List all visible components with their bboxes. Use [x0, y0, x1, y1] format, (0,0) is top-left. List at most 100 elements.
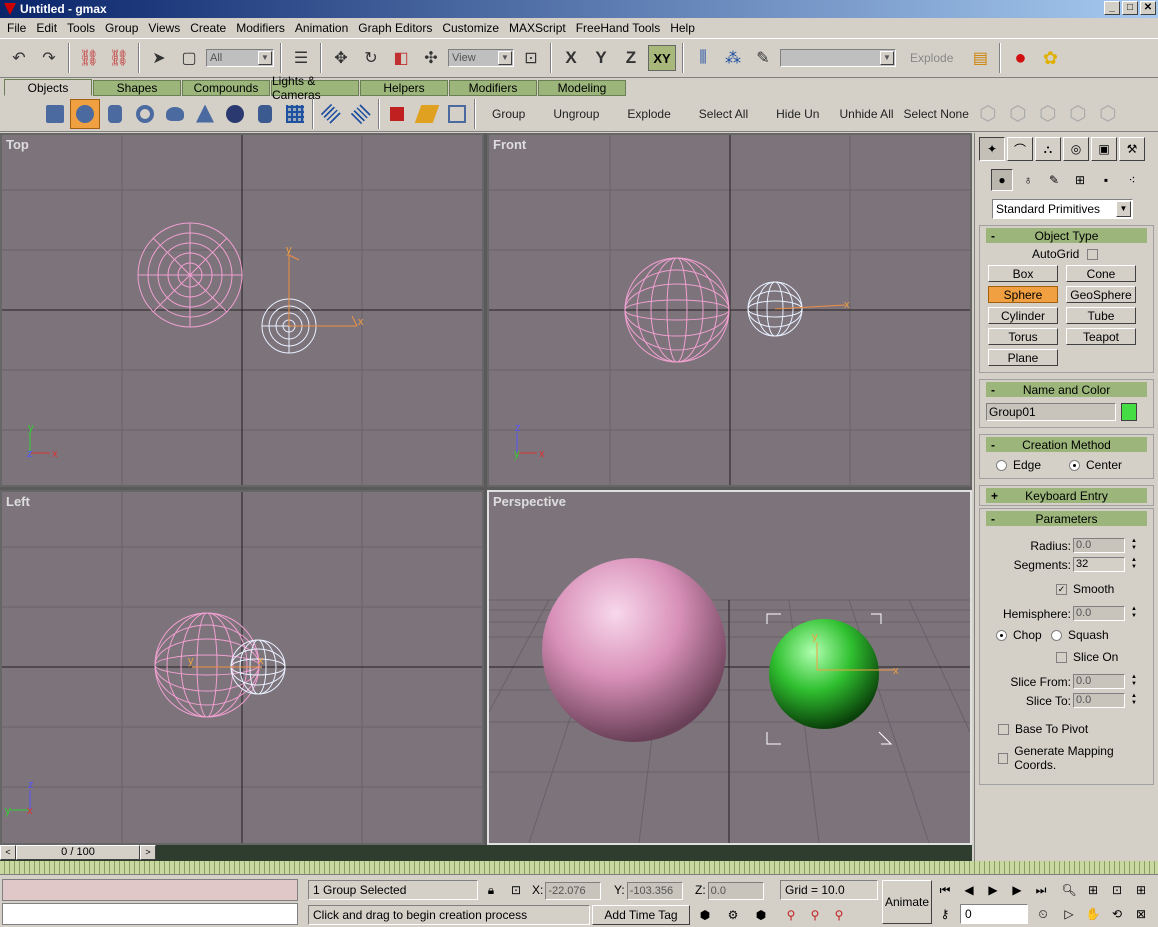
explode-button[interactable]: Explode	[613, 107, 684, 121]
viewport-label-front[interactable]: Front	[493, 137, 526, 152]
maximize-button[interactable]: □	[1122, 1, 1138, 15]
spinner-arrows-icon[interactable]: ▲ ▼	[1129, 538, 1139, 553]
time-slider[interactable]: < 0 / 100 >	[0, 845, 972, 861]
axis-x-button[interactable]: X	[558, 48, 584, 68]
tab-objects[interactable]: Objects	[4, 79, 92, 96]
time-next-button[interactable]: >	[140, 845, 156, 860]
box-icon[interactable]	[40, 99, 70, 129]
ungroup-button[interactable]: Ungroup	[539, 107, 613, 121]
render-icon[interactable]: ✿	[1037, 44, 1063, 72]
slice-to-spinner[interactable]: 0.0	[1073, 693, 1125, 708]
select-none-button[interactable]: Select None	[900, 107, 973, 121]
menu-maxscript[interactable]: MAXScript	[504, 21, 571, 35]
center-radio[interactable]	[1069, 459, 1080, 471]
named-selection-dropdown[interactable]: ▼	[780, 49, 896, 67]
viewport-left[interactable]: y x z y x Left	[0, 490, 484, 845]
rotate-icon[interactable]: ↻	[358, 44, 384, 72]
spacewarps-icon[interactable]: ⁖	[1121, 169, 1143, 191]
tab-helpers[interactable]: Helpers	[360, 80, 448, 96]
maxscript-listener-mini[interactable]	[2, 879, 298, 901]
reference-coord-dropdown[interactable]: View ▼	[448, 49, 514, 67]
menu-file[interactable]: File	[2, 21, 31, 35]
keyboard-entry-header[interactable]: + Keyboard Entry	[986, 488, 1147, 503]
tab-lights-cameras[interactable]: Lights & Cameras	[271, 74, 359, 102]
group-button[interactable]: Group	[478, 107, 539, 121]
menu-freehand-tools[interactable]: FreeHand Tools	[571, 21, 666, 35]
zoom-extents-icon[interactable]: ⊡	[1106, 880, 1128, 900]
snap-3d-icon[interactable]: ⬢	[694, 905, 716, 925]
cone-button[interactable]: Cone	[1066, 265, 1136, 282]
add-time-tag-button[interactable]: Add Time Tag	[592, 905, 690, 925]
select-manipulate-icon[interactable]: ✣	[418, 44, 444, 72]
creation-method-header[interactable]: - Creation Method	[986, 437, 1147, 452]
cube-view-2-icon[interactable]: ⬡	[1003, 99, 1033, 129]
geometry-icon[interactable]: ●	[991, 169, 1013, 191]
region-select-icon[interactable]: ▢	[176, 44, 202, 72]
create-panel-icon[interactable]: ✦	[979, 137, 1005, 161]
dummy-icon[interactable]	[382, 99, 412, 129]
z-coordinate-field[interactable]: 0.0	[707, 881, 764, 900]
grid-object-2-icon[interactable]	[346, 99, 376, 129]
teapot-button[interactable]: Teapot	[1066, 328, 1136, 345]
sphere-button[interactable]: Sphere	[988, 286, 1058, 303]
pivot-center-icon[interactable]: ⊡	[518, 44, 544, 72]
time-prev-button[interactable]: <	[0, 845, 16, 860]
menu-customize[interactable]: Customize	[437, 21, 504, 35]
spinner-arrows-icon[interactable]: ▲ ▼	[1129, 674, 1139, 689]
geosphere-icon[interactable]	[220, 99, 250, 129]
menu-edit[interactable]: Edit	[31, 21, 62, 35]
box-button[interactable]: Box	[988, 265, 1058, 282]
menu-graph-editors[interactable]: Graph Editors	[353, 21, 437, 35]
field-of-view-icon[interactable]: ▷	[1058, 904, 1080, 924]
tube-button[interactable]: Tube	[1066, 307, 1136, 324]
redo-icon[interactable]: ↷	[36, 44, 62, 72]
cube-view-4-icon[interactable]: ⬡	[1063, 99, 1093, 129]
torus-button[interactable]: Torus	[988, 328, 1058, 345]
spinner-arrows-icon[interactable]: ▲ ▼	[1129, 693, 1139, 708]
select-arrow-icon[interactable]: ➤	[146, 44, 172, 72]
scale-icon[interactable]: ◧	[388, 44, 414, 72]
shapes-icon[interactable]: ♁	[1017, 169, 1039, 191]
menu-views[interactable]: Views	[143, 21, 185, 35]
display-panel-icon[interactable]: ▣	[1091, 137, 1117, 161]
name-color-header[interactable]: - Name and Color	[986, 382, 1147, 397]
spinner-arrows-icon[interactable]: ▲ ▼	[1129, 557, 1139, 572]
previous-frame-icon[interactable]: ◀	[958, 880, 980, 900]
spinner-arrows-icon[interactable]: ▲ ▼	[1129, 606, 1139, 621]
snap-toggle-icon[interactable]: ⚲	[804, 905, 826, 925]
viewport-perspective[interactable]: y x Perspective	[487, 490, 972, 845]
tab-modeling[interactable]: Modeling	[538, 80, 626, 96]
chop-radio[interactable]	[996, 629, 1007, 641]
link-icon[interactable]: ⛓	[76, 44, 102, 72]
boxes-icon[interactable]	[442, 99, 472, 129]
base-to-pivot-checkbox[interactable]	[998, 723, 1009, 735]
move-icon[interactable]: ✥	[328, 44, 354, 72]
menu-group[interactable]: Group	[100, 21, 143, 35]
play-icon[interactable]: ▶	[982, 880, 1004, 900]
cube-view-icon[interactable]: ⬡	[973, 99, 1003, 129]
cylinder-button[interactable]: Cylinder	[988, 307, 1058, 324]
menu-tools[interactable]: Tools	[62, 21, 100, 35]
plane-icon[interactable]	[280, 99, 310, 129]
percent-snap-icon[interactable]: ⬢	[750, 905, 772, 925]
spinner-snap-icon[interactable]: ⚲	[780, 905, 802, 925]
array-icon[interactable]: ⁂	[720, 44, 746, 72]
radius-spinner[interactable]: 0.0	[1073, 538, 1125, 553]
object-type-header[interactable]: - Object Type	[986, 228, 1147, 243]
go-to-start-icon[interactable]: ⏮	[934, 880, 956, 900]
modify-panel-icon[interactable]: ⌒	[1007, 137, 1033, 161]
angle-snap-icon[interactable]: ⚙	[722, 905, 744, 925]
time-slider-handle[interactable]: 0 / 100	[16, 845, 140, 860]
grid-object-icon[interactable]	[316, 99, 346, 129]
select-by-name-icon[interactable]: ☰	[288, 44, 314, 72]
selection-filter-dropdown[interactable]: All ▼	[206, 49, 274, 67]
pan-icon[interactable]: ✋	[1082, 904, 1104, 924]
generate-mapping-checkbox[interactable]	[998, 752, 1009, 764]
x-coordinate-field[interactable]: -22.076	[545, 881, 602, 900]
geosphere-button[interactable]: GeoSphere	[1066, 286, 1136, 303]
undo-icon[interactable]: ↶	[6, 44, 32, 72]
torus-icon[interactable]	[130, 99, 160, 129]
tube-icon[interactable]	[250, 99, 280, 129]
snap-angle-icon[interactable]: ⚲	[828, 905, 850, 925]
plane-button[interactable]: Plane	[988, 349, 1058, 366]
